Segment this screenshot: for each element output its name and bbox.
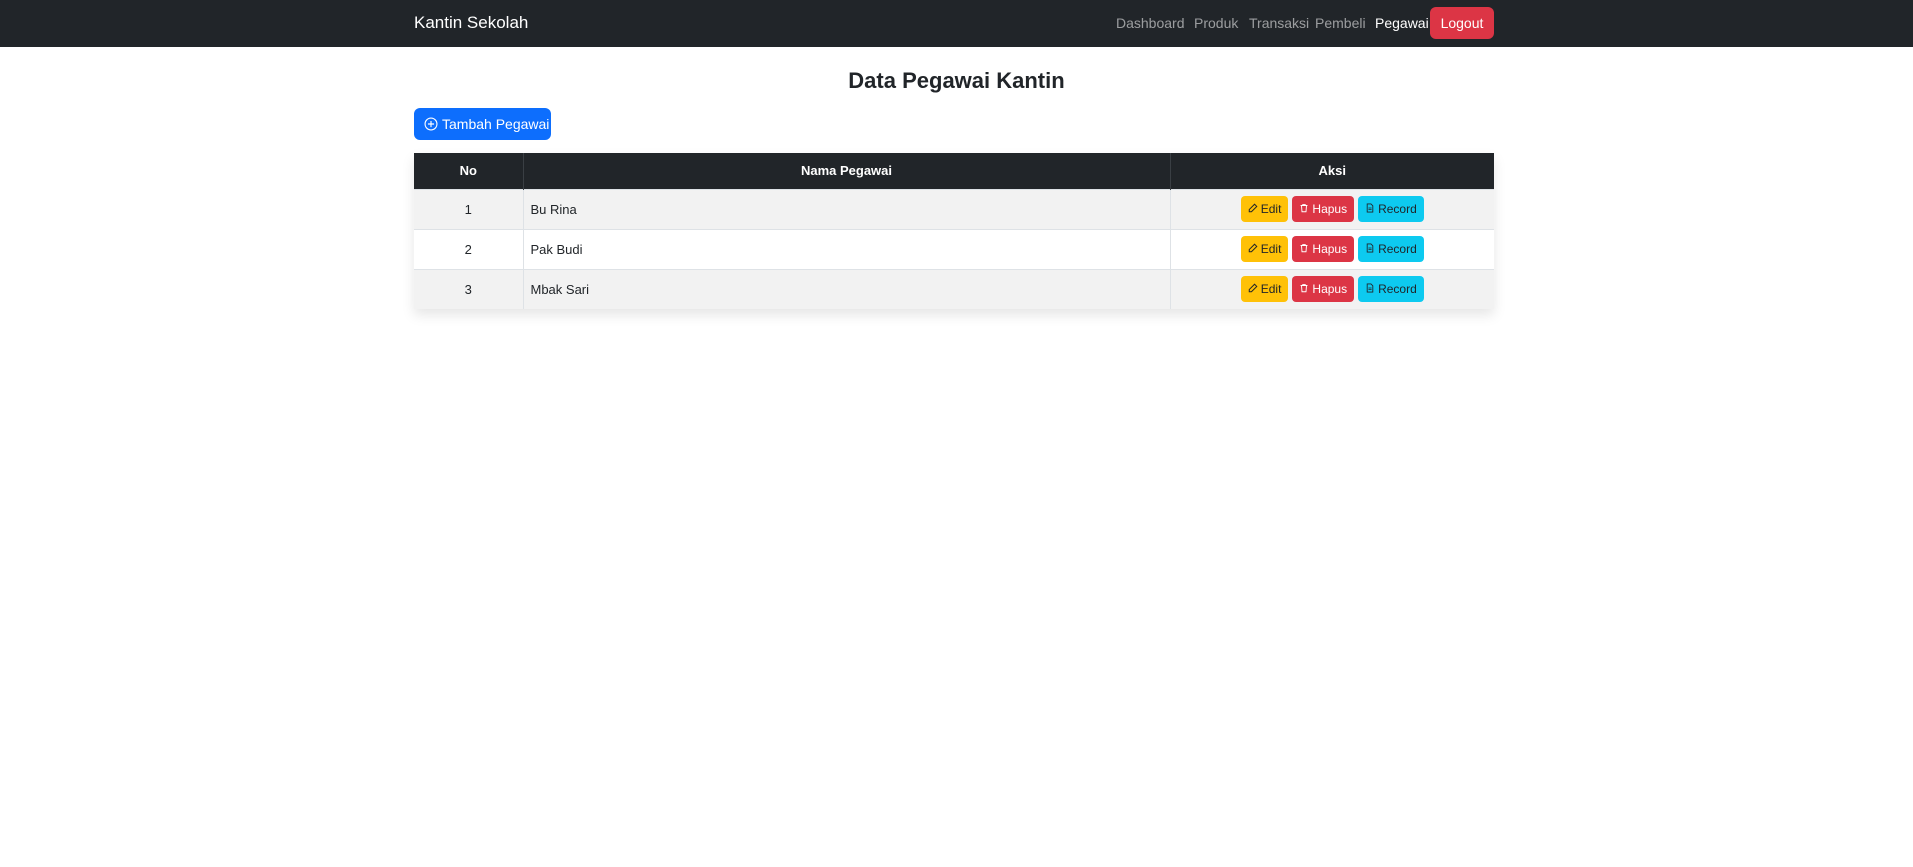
file-text-icon bbox=[1365, 202, 1375, 216]
navbar: Kantin Sekolah Dashboard Produk Transaks… bbox=[0, 0, 1913, 47]
edit-label: Edit bbox=[1260, 202, 1282, 216]
delete-label: Hapus bbox=[1312, 242, 1348, 256]
record-label: Record bbox=[1378, 202, 1417, 216]
plus-circle-icon bbox=[424, 117, 438, 131]
column-header-no: No bbox=[414, 153, 524, 189]
file-text-icon bbox=[1365, 242, 1375, 256]
table-row: 1 Bu Rina Edit Hapus Record bbox=[414, 188, 1494, 229]
pencil-square-icon bbox=[1248, 202, 1258, 216]
table-row: 3 Mbak Sari Edit Hapus Record bbox=[414, 268, 1494, 309]
row-number: 3 bbox=[414, 268, 524, 309]
table-row: 2 Pak Budi Edit Hapus Record bbox=[414, 228, 1494, 269]
employee-name: Pak Budi bbox=[523, 228, 1171, 269]
record-label: Record bbox=[1378, 242, 1417, 256]
employee-table: No Nama Pegawai Aksi 1 Bu Rina Edit Hapus Re… bbox=[414, 153, 1494, 309]
nav-link-produk[interactable]: Produk bbox=[1194, 15, 1238, 31]
edit-button[interactable]: Edit bbox=[1240, 276, 1289, 303]
nav-link-transaksi[interactable]: Transaksi bbox=[1249, 15, 1309, 31]
record-button[interactable]: Record bbox=[1358, 236, 1424, 262]
pencil-square-icon bbox=[1248, 282, 1258, 296]
record-button[interactable]: Record bbox=[1358, 196, 1424, 222]
edit-button[interactable]: Edit bbox=[1240, 196, 1289, 222]
actions-cell: Edit Hapus Record bbox=[1170, 228, 1494, 269]
row-number: 1 bbox=[414, 188, 524, 229]
record-label: Record bbox=[1378, 282, 1417, 297]
delete-label: Hapus bbox=[1312, 282, 1348, 297]
trash-icon bbox=[1299, 282, 1309, 296]
page-title: Data Pegawai Kantin bbox=[848, 68, 1065, 93]
table-header-row: No Nama Pegawai Aksi bbox=[414, 153, 1494, 189]
nav-link-dashboard[interactable]: Dashboard bbox=[1116, 15, 1185, 31]
trash-icon bbox=[1299, 242, 1309, 256]
trash-icon bbox=[1299, 202, 1309, 216]
delete-button[interactable]: Hapus bbox=[1292, 276, 1355, 303]
file-text-icon bbox=[1365, 282, 1375, 296]
actions-cell: Edit Hapus Record bbox=[1170, 268, 1494, 309]
delete-label: Hapus bbox=[1312, 202, 1348, 216]
nav-link-pegawai[interactable]: Pegawai bbox=[1375, 15, 1429, 31]
pencil-square-icon bbox=[1248, 242, 1258, 256]
column-header-nama: Nama Pegawai bbox=[523, 153, 1171, 189]
logout-button[interactable]: Logout bbox=[1430, 7, 1494, 39]
edit-label: Edit bbox=[1260, 282, 1282, 297]
nav-link-pembeli[interactable]: Pembeli bbox=[1315, 15, 1366, 31]
delete-button[interactable]: Hapus bbox=[1292, 236, 1355, 262]
add-employee-label: Tambah Pegawai bbox=[442, 116, 550, 132]
column-header-aksi: Aksi bbox=[1170, 153, 1494, 189]
add-employee-button[interactable]: Tambah Pegawai bbox=[414, 108, 551, 140]
brand-link[interactable]: Kantin Sekolah bbox=[414, 13, 528, 33]
employee-name: Mbak Sari bbox=[523, 268, 1171, 309]
edit-label: Edit bbox=[1260, 242, 1282, 256]
employee-name: Bu Rina bbox=[523, 188, 1171, 229]
actions-cell: Edit Hapus Record bbox=[1170, 188, 1494, 229]
delete-button[interactable]: Hapus bbox=[1292, 196, 1355, 222]
record-button[interactable]: Record bbox=[1358, 276, 1424, 303]
edit-button[interactable]: Edit bbox=[1240, 236, 1289, 262]
row-number: 2 bbox=[414, 228, 524, 269]
